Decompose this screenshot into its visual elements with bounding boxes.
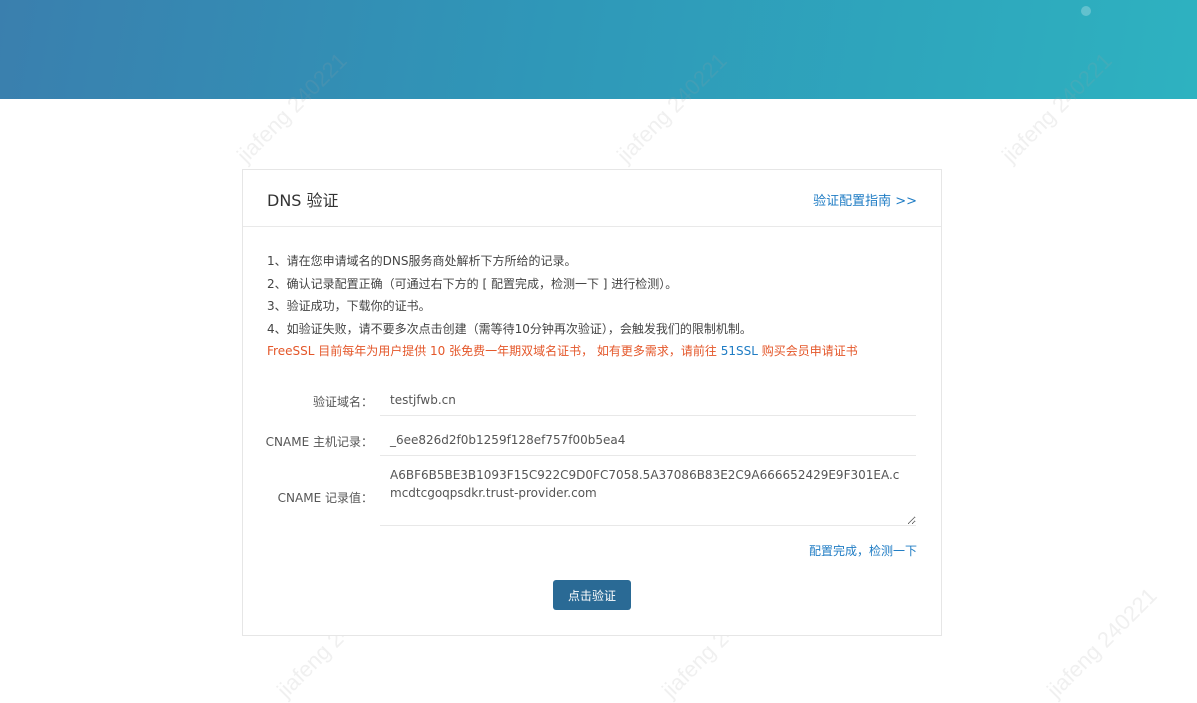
cname-host-label: CNAME 主机记录： <box>265 435 373 449</box>
domain-value-field: testjfwb.cn <box>380 385 916 416</box>
instructions: 1、请在您申请域名的DNS服务商处解析下方所给的记录。 2、确认记录配置正确（可… <box>267 250 927 363</box>
notice-text-end: 购买会员申请证书 <box>757 344 858 358</box>
verify-button[interactable]: 点击验证 <box>553 580 631 610</box>
card-header: DNS 验证 验证配置指南 >> <box>243 170 941 227</box>
instruction-line: 1、请在您申请域名的DNS服务商处解析下方所给的记录。 <box>267 254 577 268</box>
cname-host-value: _6ee826d2f0b1259f128ef757f00b5ea4 <box>390 433 626 447</box>
domain-row: 验证域名： testjfwb.cn <box>243 385 941 417</box>
verification-guide-link[interactable]: 验证配置指南 >> <box>813 190 917 209</box>
domain-value: testjfwb.cn <box>390 393 456 407</box>
notice-text: FreeSSL 目前每年为用户提供 10 张免费一年期双域名证书， 如有更多需求… <box>267 344 721 358</box>
check-config-link[interactable]: 配置完成，检测一下 <box>809 542 917 559</box>
cname-value-textarea[interactable]: A6BF6B5BE3B1093F15C922C9D0FC7058.5A37086… <box>380 466 916 526</box>
cname-value-row: CNAME 记录值： A6BF6B5BE3B1093F15C922C9D0FC7… <box>243 466 941 528</box>
watermark: jiafeng 240221 <box>1041 582 1162 703</box>
quota-notice: FreeSSL 目前每年为用户提供 10 张免费一年期双域名证书， 如有更多需求… <box>267 340 927 363</box>
domain-label: 验证域名： <box>312 395 373 409</box>
header-banner <box>0 0 1197 99</box>
card-title: DNS 验证 <box>267 191 339 210</box>
51ssl-link[interactable]: 51SSL <box>721 344 758 358</box>
dns-verification-card: DNS 验证 验证配置指南 >> 1、请在您申请域名的DNS服务商处解析下方所给… <box>242 169 942 636</box>
instruction-line: 4、如验证失败，请不要多次点击创建（需等待10分钟再次验证），会触发我们的限制机… <box>267 321 752 336</box>
banner-decoration-dot <box>1081 6 1091 16</box>
cname-host-row: CNAME 主机记录： _6ee826d2f0b1259f128ef757f00… <box>243 425 941 457</box>
instruction-line: 3、验证成功，下载你的证书。 <box>267 299 431 313</box>
cname-value-label: CNAME 记录值： <box>277 491 373 505</box>
instruction-line: 2、确认记录配置正确（可通过右下方的 [ 配置完成，检测一下 ] 进行检测）。 <box>267 276 678 291</box>
cname-host-value-field: _6ee826d2f0b1259f128ef757f00b5ea4 <box>380 425 916 456</box>
